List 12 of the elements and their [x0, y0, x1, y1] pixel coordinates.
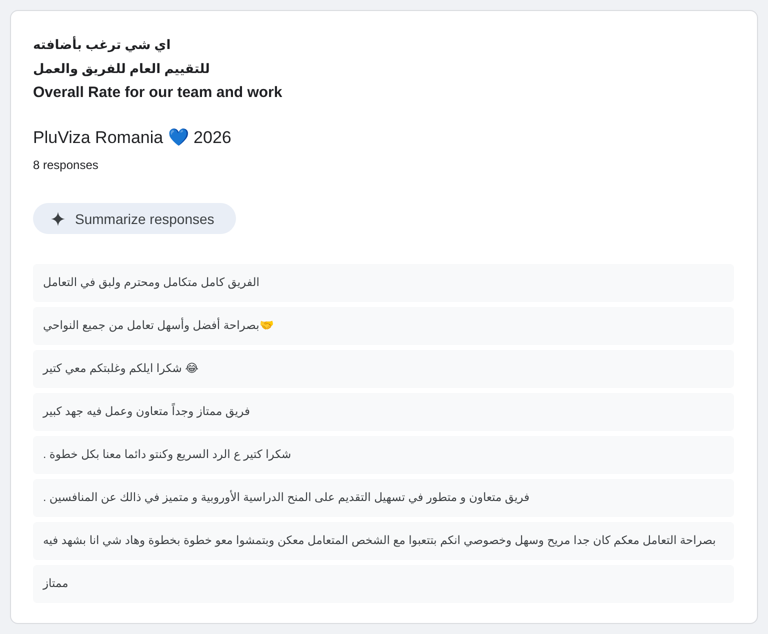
- summarize-button[interactable]: Summarize responses: [33, 203, 236, 234]
- response-row: فريق ممتاز وجداً متعاون وعمل فيه جهد كبير: [33, 393, 734, 431]
- response-row: الفريق كامل متكامل ومحترم ولبق في التعامل: [33, 264, 734, 302]
- response-row: 😂 شكرا ايلكم وغلبتكم معي كتير: [33, 350, 734, 388]
- response-row: فريق متعاون و متطور في تسهيل التقديم على المنح الدراسية الأوروبية و متميز في ذالك عن المنافسين .: [33, 479, 734, 517]
- response-count: 8 responses: [33, 157, 98, 173]
- response-row: شكرا كتير ع الرد السريع وكنتو دائما معنا بكل خطوة .: [33, 436, 734, 474]
- response-row: بصراحة التعامل معكم كان جدا مريح وسهل وخصوصي انكم بتتعبوا مع الشخص المتعامل معكن وبتمشوا معو خطوة بخطوة وهاد شي انا بشهد فيه: [33, 522, 734, 560]
- response-row: ممتاز: [33, 565, 734, 603]
- sparkle-icon: [51, 212, 65, 226]
- question-description: PluViza Romania 💙 2026: [33, 127, 232, 149]
- response-row: 🤝بصراحة أفضل وأسهل تعامل من جميع النواحي: [33, 307, 734, 345]
